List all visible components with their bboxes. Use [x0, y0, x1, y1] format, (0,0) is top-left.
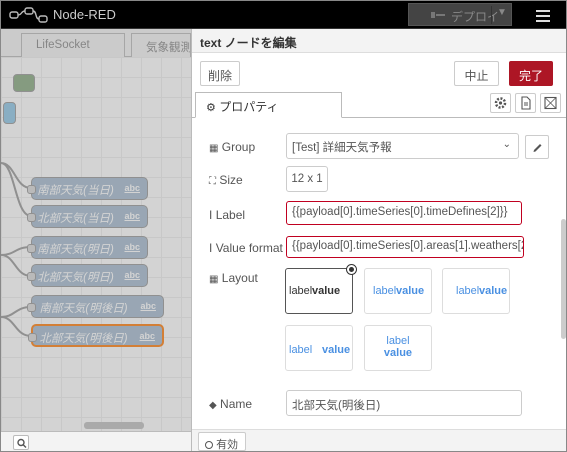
appearance-tab-button[interactable] — [540, 93, 561, 113]
size-label-text: Size — [219, 173, 243, 187]
tray-scrollbar[interactable] — [561, 119, 566, 427]
text-cursor-icon: Ι — [209, 241, 213, 255]
hamburger-icon-line — [536, 15, 550, 17]
size-button[interactable]: 12 x 1 — [286, 166, 328, 192]
value-format-label: Ι Value format — [209, 241, 283, 255]
done-button[interactable]: 完了 — [509, 61, 553, 86]
name-label-text: Name — [220, 397, 253, 411]
caret-down-icon[interactable]: ▼ — [497, 7, 507, 18]
layout-option-value: value — [312, 285, 341, 297]
tab-properties-label: プロパティ — [219, 100, 279, 114]
deploy-icon — [431, 12, 445, 18]
group-select[interactable]: [Test] 詳細天気予報 ⌄ — [286, 133, 519, 159]
pencil-icon — [533, 144, 542, 152]
layout-option[interactable]: label value — [364, 268, 432, 314]
enabled-label: 有効 — [216, 439, 239, 451]
value-format-input[interactable]: {{payload[0].timeSeries[0].areas[1].weat… — [286, 236, 524, 258]
layout-option[interactable]: label value — [364, 325, 432, 371]
layout-option-value: value — [322, 344, 351, 356]
canvas-footer — [1, 431, 191, 451]
app-header: Node-RED デプロイ ▼ — [1, 1, 566, 29]
frame-icon — [544, 96, 557, 110]
node-red-editor: Node-RED デプロイ ▼ LifeSocket 気象観測 南部天気(当日)… — [0, 0, 567, 452]
search-icon — [17, 438, 27, 448]
group-label-text: Group — [221, 140, 256, 154]
text-cursor-icon: Ι — [209, 208, 213, 222]
name-label: ◆ Name — [209, 397, 252, 411]
label-label-text: Label — [215, 208, 246, 222]
name-input[interactable]: 北部天気(明後日) — [286, 390, 522, 416]
cancel-button[interactable]: 中止 — [454, 61, 499, 86]
tab-properties[interactable]: ⚙ プロパティ — [195, 92, 342, 118]
delete-button[interactable]: 削除 — [200, 61, 240, 86]
tray-title: text ノードを編集 — [192, 29, 566, 53]
settings-tab-button[interactable] — [490, 93, 511, 113]
tag-icon: ◆ — [209, 400, 217, 411]
layout-option-label: label — [289, 344, 313, 356]
layout-option-value: value — [383, 347, 413, 359]
canvas-hscroll[interactable] — [9, 422, 191, 430]
hscroll-thumb[interactable] — [84, 422, 144, 429]
layout-option[interactable]: label value — [442, 268, 510, 314]
layout-label: ▦ Layout — [209, 271, 258, 285]
tray-footer: 有効 — [192, 429, 566, 451]
layout-option-label: label — [456, 285, 480, 297]
table-icon: ▦ — [209, 143, 219, 154]
document-icon — [521, 96, 531, 110]
deploy-divider — [491, 6, 492, 24]
label-input[interactable]: {{payload[0].timeSeries[0].timeDefines[2… — [286, 201, 522, 225]
gear-icon — [494, 97, 507, 109]
enabled-toggle[interactable]: 有効 — [198, 432, 246, 451]
canvas-overlay — [1, 29, 191, 451]
toggle-circle-icon — [205, 441, 213, 449]
resize-icon: ⛶ — [209, 176, 216, 187]
layout-option-label: label — [373, 285, 397, 297]
layout-option-value: value — [479, 285, 508, 297]
description-tab-button[interactable] — [515, 93, 536, 113]
edit-tray: text ノードを編集 削除 中止 完了 ⚙ プロパティ ▦ Group [Te… — [191, 29, 566, 451]
group-label: ▦ Group — [209, 140, 255, 154]
layout-option[interactable]: label value — [285, 325, 353, 371]
label-label: Ι Label — [209, 208, 245, 222]
layout-label-text: Layout — [221, 271, 258, 285]
deploy-button[interactable]: デプロイ ▼ — [408, 3, 512, 26]
layout-option-label: label — [386, 335, 410, 347]
node-red-logo — [9, 7, 48, 23]
gear-icon: ⚙ — [206, 102, 216, 114]
size-label: ⛶ Size — [209, 173, 243, 187]
edit-group-button[interactable] — [525, 135, 549, 159]
layout-option-selected[interactable]: label value — [285, 264, 357, 314]
hamburger-icon-line — [536, 20, 550, 22]
chevron-down-icon: ⌄ — [502, 139, 511, 150]
layout-option-value: value — [396, 285, 425, 297]
grid-icon: ▦ — [209, 274, 219, 285]
search-button[interactable] — [13, 435, 29, 450]
app-title: Node-RED — [53, 7, 116, 22]
value-format-label-text: Value format — [215, 241, 283, 255]
group-select-value: [Test] 詳細天気予報 — [292, 142, 392, 154]
main-menu-button[interactable] — [533, 5, 557, 25]
selected-radio-icon — [346, 264, 357, 275]
layout-option-label: label — [289, 285, 313, 297]
scrollbar-thumb[interactable] — [561, 219, 566, 339]
hamburger-icon — [536, 10, 550, 12]
tray-tab-row: ⚙ プロパティ — [192, 92, 566, 118]
